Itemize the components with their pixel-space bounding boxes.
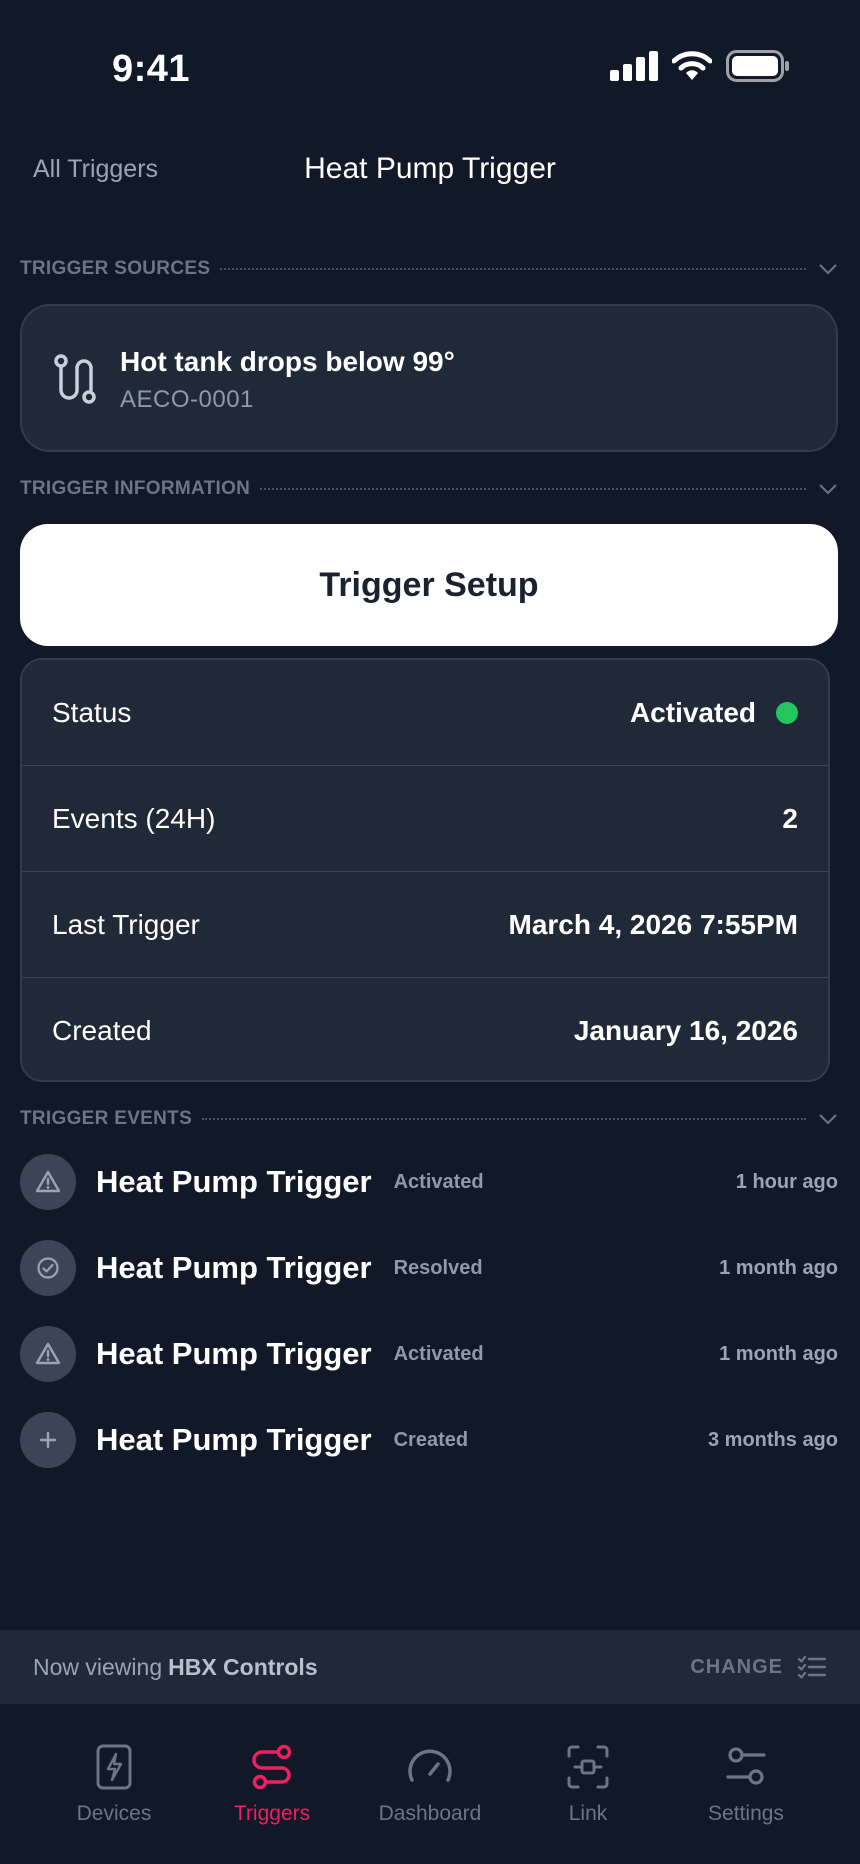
event-state: Activated (393, 1342, 484, 1365)
section-divider (220, 268, 806, 270)
status-text: Activated (629, 696, 756, 728)
event-row[interactable]: Heat Pump Trigger Resolved 1 month ago (20, 1239, 838, 1297)
info-label: Created (52, 1015, 152, 1046)
current-org-name: HBX Controls (168, 1653, 318, 1680)
status-icons (610, 50, 790, 82)
tab-label: Devices (76, 1802, 152, 1825)
status-bar: 9:41 (0, 0, 860, 140)
event-time: 1 month ago (719, 1342, 838, 1365)
warning-icon (20, 1326, 76, 1382)
event-title: Heat Pump Trigger (96, 1164, 372, 1199)
chevron-down-icon[interactable] (816, 257, 840, 281)
info-label: Status (52, 696, 132, 728)
wifi-icon (672, 51, 712, 80)
info-row-status: Status Activated (22, 660, 828, 766)
section-label: TRIGGER EVENTS (20, 1108, 193, 1129)
event-state: Created (393, 1428, 469, 1451)
tab-label: Triggers (233, 1802, 311, 1825)
info-label: Events (24H) (52, 802, 216, 834)
event-state: Activated (393, 1170, 484, 1193)
info-row-created: Created January 16, 2026 (22, 978, 828, 1080)
tab-label: Dashboard (378, 1802, 482, 1825)
event-row[interactable]: Heat Pump Trigger Created 3 months ago (20, 1411, 838, 1469)
event-time: 1 hour ago (735, 1170, 838, 1193)
event-title: Heat Pump Trigger (96, 1336, 372, 1371)
tab-label: Link (568, 1802, 608, 1825)
now-viewing-bar: Now viewing HBX Controls CHANGE (0, 1630, 860, 1704)
page-title: Heat Pump Trigger (304, 152, 556, 185)
scan-link-icon (567, 1745, 609, 1789)
change-label: CHANGE (690, 1655, 783, 1678)
chevron-down-icon[interactable] (816, 477, 840, 501)
check-circle-icon (20, 1240, 76, 1296)
event-row[interactable]: Heat Pump Trigger Activated 1 month ago (20, 1325, 838, 1383)
tab-label: Settings (708, 1802, 784, 1825)
status-dot (776, 701, 798, 724)
sliders-icon (726, 1747, 766, 1785)
tab-devices[interactable]: Devices (44, 1744, 184, 1826)
chevron-down-icon[interactable] (816, 1107, 840, 1131)
tab-settings[interactable]: Settings (676, 1744, 816, 1826)
info-value: 2 (782, 802, 798, 834)
trigger-source-card[interactable]: Hot tank drops below 99° AECO-0001 (20, 304, 838, 452)
tab-bar: Devices Triggers Dashboard Link Settings (0, 1704, 860, 1864)
now-viewing-label: Now viewing (33, 1653, 163, 1680)
plus-icon (20, 1412, 76, 1468)
event-time: 1 month ago (719, 1256, 838, 1279)
event-time: 3 months ago (707, 1428, 838, 1451)
event-title: Heat Pump Trigger (96, 1422, 372, 1457)
event-row[interactable]: Heat Pump Trigger Activated 1 hour ago (20, 1153, 838, 1211)
info-value: January 16, 2026 (573, 1015, 798, 1046)
info-row-events: Events (24H) 2 (22, 766, 828, 872)
info-label: Last Trigger (52, 908, 200, 940)
source-title: Hot tank drops below 99° (120, 346, 455, 377)
section-trigger-events[interactable]: TRIGGER EVENTS (20, 1106, 840, 1132)
section-trigger-sources[interactable]: TRIGGER SOURCES (20, 256, 840, 282)
route-icon (252, 1744, 292, 1790)
tab-triggers[interactable]: Triggers (202, 1744, 342, 1826)
section-divider (202, 1118, 806, 1120)
info-row-last-trigger: Last Trigger March 4, 2026 7:55PM (22, 872, 828, 978)
warning-icon (20, 1154, 76, 1210)
section-label: TRIGGER SOURCES (20, 258, 211, 279)
trigger-setup-button[interactable]: Trigger Setup (20, 524, 838, 646)
battery-icon (726, 50, 789, 82)
signal-icon (610, 51, 658, 81)
change-org-button[interactable]: CHANGE (690, 1655, 827, 1679)
section-divider (260, 488, 806, 490)
source-device-id: AECO-0001 (120, 386, 254, 413)
info-value: March 4, 2026 7:55PM (508, 908, 799, 940)
section-trigger-information[interactable]: TRIGGER INFORMATION (20, 476, 840, 502)
device-bolt-icon (96, 1744, 132, 1790)
trigger-info-table: Status Activated Events (24H) 2 Last Tri… (20, 658, 830, 1082)
info-value: Activated (630, 697, 798, 729)
section-label: TRIGGER INFORMATION (20, 478, 251, 499)
event-title: Heat Pump Trigger (96, 1250, 372, 1285)
event-state: Resolved (393, 1256, 483, 1279)
tab-link[interactable]: Link (518, 1744, 658, 1826)
tab-dashboard[interactable]: Dashboard (360, 1744, 500, 1826)
gauge-icon (408, 1749, 452, 1782)
route-icon (52, 354, 98, 409)
list-check-icon (797, 1655, 827, 1679)
status-time: 9:41 (112, 48, 191, 90)
